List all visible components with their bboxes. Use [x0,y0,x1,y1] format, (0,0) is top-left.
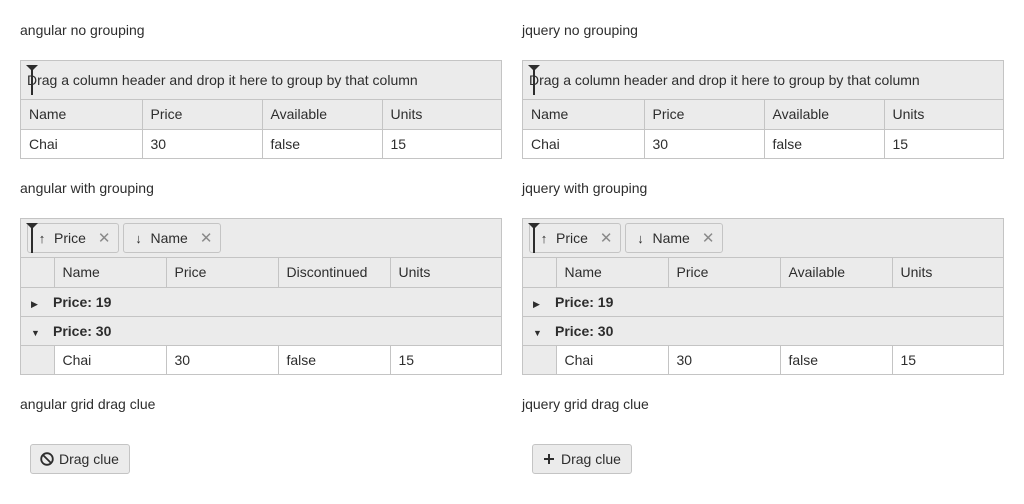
drop-indicator-icon [528,223,540,253]
table-row[interactable]: Chai 30 false 15 [523,129,1003,158]
indent-header [523,258,557,288]
grid-table: Name Price Discontinued Units ▶ Price: 19… [21,258,501,374]
cell[interactable]: 15 [892,345,1003,374]
chip-label: Name [652,230,690,246]
grid-table: Name Price Available Units Chai 30 false… [523,100,1003,158]
indent-cell [523,345,557,374]
grid-with-grouping: ↑ Price ✕ ↓ Name ✕ Name Price Discontinu… [20,218,502,375]
column-header-price[interactable]: Price [668,258,781,288]
drag-clue-label: Drag clue [561,451,621,467]
section-title: angular with grouping [20,180,154,196]
cell[interactable]: 30 [668,345,781,374]
drag-clue[interactable]: Drag clue [30,444,130,474]
grid-table: Name Price Available Units Chai 30 false… [21,100,501,158]
column-header-name[interactable]: Name [54,258,167,288]
plus-icon [542,452,556,466]
chip-label: Name [150,230,188,246]
cell[interactable]: Chai [556,345,669,374]
group-label: Price: 19 [555,293,614,310]
section-title: angular no grouping [20,22,145,38]
cell[interactable]: 30 [166,345,279,374]
cell[interactable]: Chai [523,129,645,158]
expand-icon[interactable]: ▶ [533,299,555,310]
column-header-available[interactable]: Available [262,100,383,130]
chip-label: Price [54,230,86,246]
cell[interactable]: 15 [884,129,1003,158]
column-header-price[interactable]: Price [142,100,263,130]
group-drop-panel[interactable]: ↑ Price ✕ ↓ Name ✕ [523,219,1003,258]
group-label: Price: 30 [53,322,112,339]
section-title: angular grid drag clue [20,396,156,412]
group-chip-price[interactable]: ↑ Price ✕ [27,223,120,253]
column-header-units[interactable]: Units [390,258,501,288]
group-hint: Drag a column header and drop it here to… [529,72,920,88]
column-header-units[interactable]: Units [892,258,1003,288]
group-row[interactable]: ▶ Price: 19 [523,287,1003,317]
table-row[interactable]: Chai 30 false 15 [21,345,501,374]
section-title: jquery no grouping [522,22,638,38]
group-chip-name[interactable]: ↓ Name ✕ [625,223,724,253]
group-row[interactable]: ▼ Price: 30 [21,316,501,346]
section-title: jquery grid drag clue [522,396,649,412]
cell[interactable]: 15 [390,345,501,374]
remove-group-icon[interactable]: ✕ [200,229,213,247]
cell[interactable]: false [262,129,383,158]
column-header-units[interactable]: Units [884,100,1003,130]
column-header-price[interactable]: Price [644,100,765,130]
drag-clue[interactable]: Drag clue [532,444,632,474]
indent-header [21,258,55,288]
drop-indicator-icon [26,223,38,253]
section-title: jquery with grouping [522,180,648,196]
cell[interactable]: 30 [142,129,263,158]
drop-indicator-icon [528,65,540,95]
group-drop-panel[interactable]: Drag a column header and drop it here to… [523,61,1003,100]
group-label: Price: 30 [555,322,614,339]
cell[interactable]: false [780,345,893,374]
group-row[interactable]: ▶ Price: 19 [21,287,501,317]
group-row[interactable]: ▼ Price: 30 [523,316,1003,346]
sort-desc-icon: ↓ [637,230,644,246]
grid-with-grouping: ↑ Price ✕ ↓ Name ✕ Name Price Available … [522,218,1004,375]
collapse-icon[interactable]: ▼ [533,328,555,338]
grid-no-grouping: Drag a column header and drop it here to… [20,60,502,159]
group-hint: Drag a column header and drop it here to… [27,72,418,88]
remove-group-icon[interactable]: ✕ [600,229,613,247]
group-label: Price: 19 [53,293,112,310]
column-header-available[interactable]: Available [780,258,893,288]
drag-clue-label: Drag clue [59,451,119,467]
group-chip-name[interactable]: ↓ Name ✕ [123,223,222,253]
group-chip-price[interactable]: ↑ Price ✕ [529,223,622,253]
drop-indicator-icon [26,65,38,95]
table-row[interactable]: Chai 30 false 15 [523,345,1003,374]
grid-no-grouping: Drag a column header and drop it here to… [522,60,1004,159]
indent-cell [21,345,55,374]
column-header-discontinued[interactable]: Discontinued [278,258,391,288]
column-header-name[interactable]: Name [523,100,645,130]
chip-label: Price [556,230,588,246]
column-header-name[interactable]: Name [556,258,669,288]
group-drop-panel[interactable]: Drag a column header and drop it here to… [21,61,501,100]
column-header-name[interactable]: Name [21,100,143,130]
collapse-icon[interactable]: ▼ [31,328,53,338]
remove-group-icon[interactable]: ✕ [98,229,111,247]
column-header-available[interactable]: Available [764,100,885,130]
sort-desc-icon: ↓ [135,230,142,246]
cell[interactable]: false [278,345,391,374]
grid-table: Name Price Available Units ▶ Price: 19 ▼ P… [523,258,1003,374]
cancel-icon [40,452,54,466]
column-header-price[interactable]: Price [166,258,279,288]
expand-icon[interactable]: ▶ [31,299,53,310]
cell[interactable]: 15 [382,129,501,158]
cell[interactable]: 30 [644,129,765,158]
cell[interactable]: false [764,129,885,158]
cell[interactable]: Chai [21,129,143,158]
remove-group-icon[interactable]: ✕ [702,229,715,247]
column-header-units[interactable]: Units [382,100,501,130]
group-drop-panel[interactable]: ↑ Price ✕ ↓ Name ✕ [21,219,501,258]
cell[interactable]: Chai [54,345,167,374]
table-row[interactable]: Chai 30 false 15 [21,129,501,158]
